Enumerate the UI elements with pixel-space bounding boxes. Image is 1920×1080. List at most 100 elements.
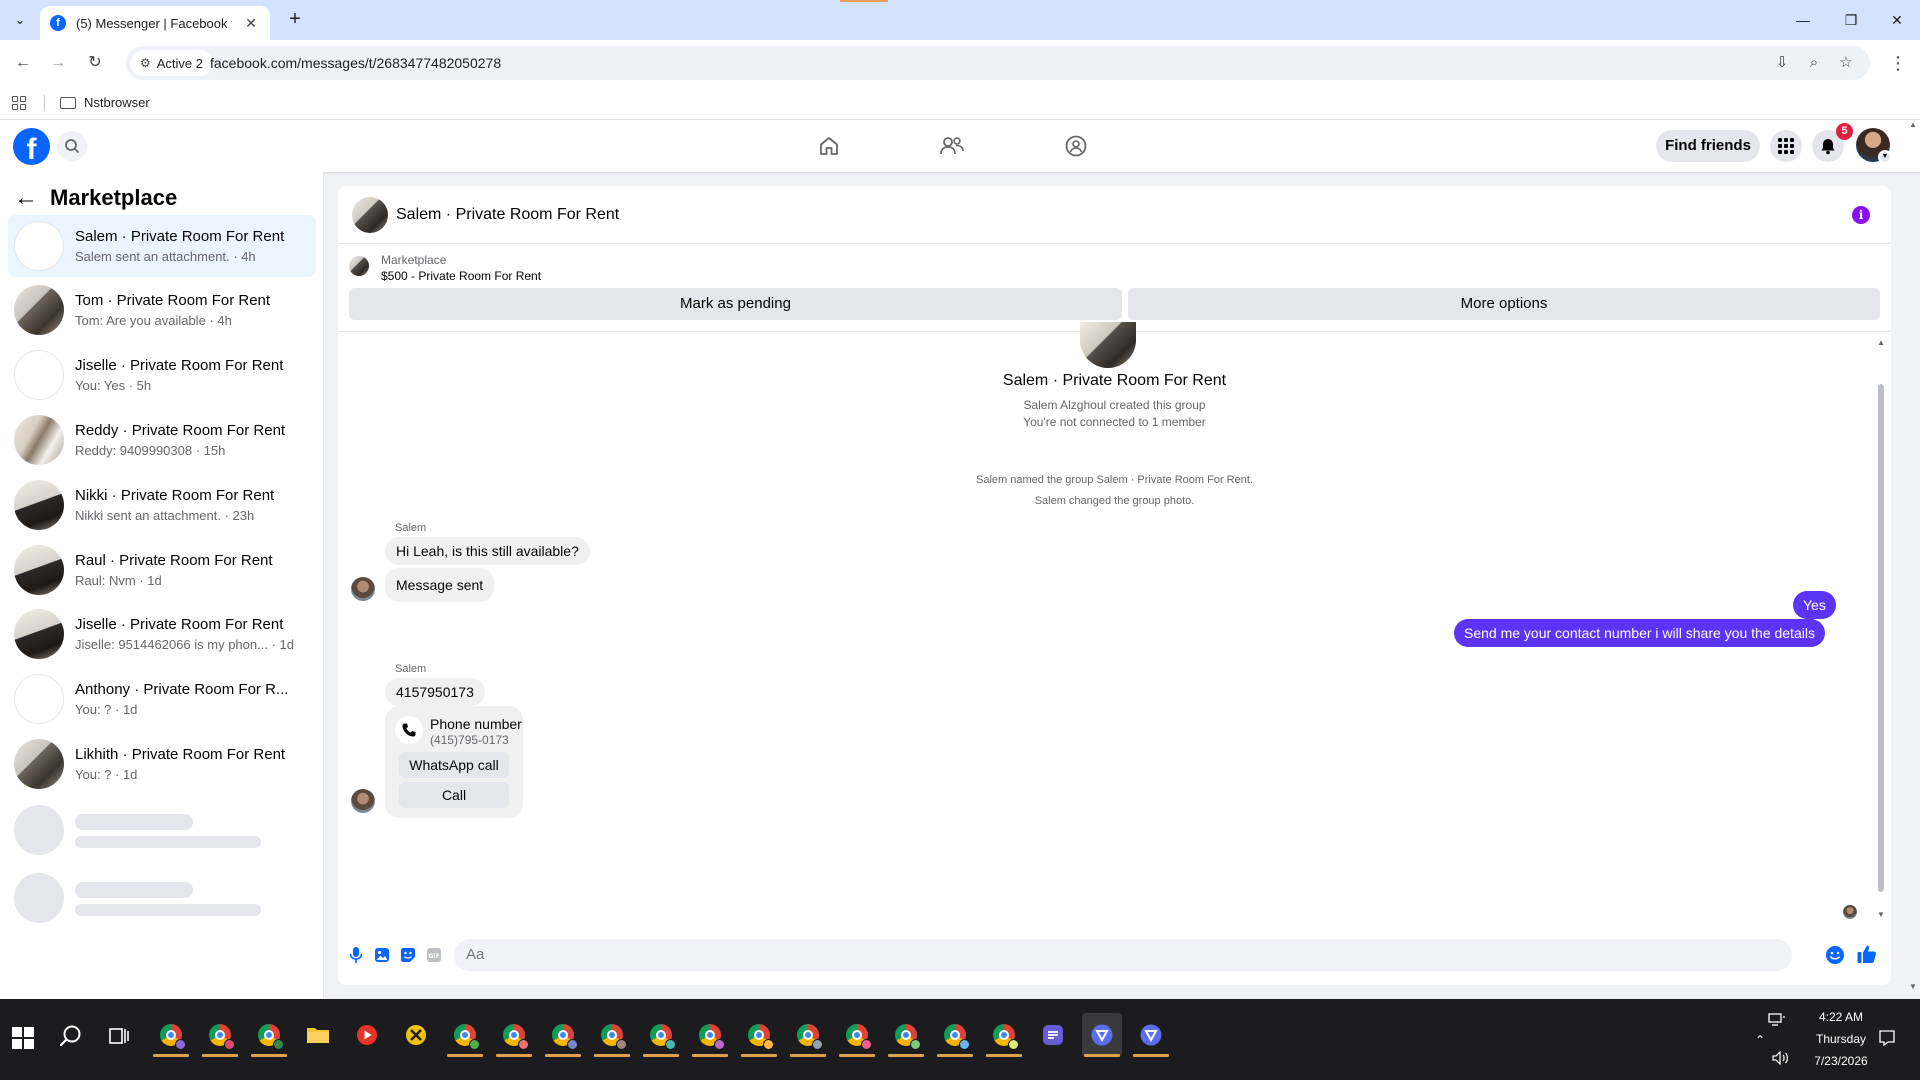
conversation-item-tom[interactable]: Tom · Private Room For Rent Tom: Are you…: [8, 279, 316, 341]
conversation-item-jiselle-2[interactable]: Jiselle · Private Room For Rent Jiselle:…: [8, 603, 316, 665]
zoom-icon[interactable]: ⌕: [1804, 53, 1824, 73]
taskbar-chrome-profile-8[interactable]: [641, 1013, 681, 1057]
friends-nav-button[interactable]: [938, 132, 966, 160]
taskbar-chrome-profile-6[interactable]: [543, 1013, 583, 1057]
taskbar-xbox[interactable]: [396, 1013, 436, 1057]
install-app-icon[interactable]: ⇩: [1772, 53, 1792, 73]
taskbar-chrome-profile-3[interactable]: [249, 1013, 289, 1057]
volume-icon[interactable]: [1772, 1050, 1790, 1067]
conversation-item-nikki[interactable]: Nikki · Private Room For Rent Nikki sent…: [8, 474, 316, 536]
clock-time[interactable]: 4:22 AM: [1806, 1010, 1876, 1024]
back-arrow-icon[interactable]: ←: [11, 51, 35, 75]
mark-as-pending-button[interactable]: Mark as pending: [349, 288, 1122, 320]
voice-clip-button[interactable]: [346, 945, 366, 965]
chat-title[interactable]: Salem · Private Room For Rent: [396, 206, 619, 224]
conversation-item-salem[interactable]: Salem · Private Room For Rent Salem sent…: [8, 215, 316, 277]
taskbar-chrome-profile-15[interactable]: [984, 1013, 1024, 1057]
tab-close-icon[interactable]: ✕: [242, 15, 260, 32]
groups-nav-button[interactable]: [1062, 132, 1090, 160]
scroll-up-icon[interactable]: ▲: [1877, 338, 1885, 347]
address-bar[interactable]: ⚙ Active 2 facebook.com/messages/t/26834…: [126, 46, 1870, 80]
conversation-item-likhith[interactable]: Likhith · Private Room For Rent You: ? ·…: [8, 733, 316, 795]
outgoing-message[interactable]: Yes: [1793, 591, 1836, 619]
taskbar-search-button[interactable]: [58, 1023, 86, 1051]
emoji-button[interactable]: [1825, 945, 1845, 965]
taskbar-chrome-profile-2[interactable]: [200, 1013, 240, 1057]
taskbar-chrome-profile-5[interactable]: [494, 1013, 534, 1057]
more-options-button[interactable]: More options: [1128, 288, 1880, 320]
taskbar-file-explorer[interactable]: [298, 1013, 338, 1057]
conversation-item-anthony[interactable]: Anthony · Private Room For R... You: ? ·…: [8, 668, 316, 730]
site-info-chip[interactable]: ⚙ Active 2: [130, 50, 214, 76]
clock-day[interactable]: Thursday: [1806, 1032, 1876, 1046]
thread-scrollbar[interactable]: ▲ ▼: [1876, 338, 1886, 922]
gif-button[interactable]: GIF: [424, 945, 444, 965]
taskbar-chrome-profile-13[interactable]: [886, 1013, 926, 1057]
page-scroll-down-icon[interactable]: ▼: [1909, 982, 1917, 991]
taskbar-chrome-profile-9[interactable]: [690, 1013, 730, 1057]
like-button[interactable]: [1856, 943, 1878, 965]
task-view-button[interactable]: [108, 1025, 132, 1049]
sender-avatar[interactable]: [351, 789, 375, 813]
home-nav-button[interactable]: [815, 132, 843, 160]
taskbar-app-purple[interactable]: [1033, 1013, 1073, 1057]
bookmark-folder-label: Nstbrowser: [84, 95, 150, 110]
conversation-info-icon[interactable]: i: [1852, 206, 1870, 224]
scrollbar-thumb[interactable]: [1878, 384, 1884, 892]
page-scrollbar[interactable]: ▲ ▼: [1906, 120, 1920, 999]
browser-menu-icon[interactable]: ⋮: [1888, 51, 1908, 75]
chat-group-avatar[interactable]: [352, 197, 388, 233]
menu-grid-button[interactable]: [1770, 130, 1802, 162]
chrome-icon: [699, 1024, 725, 1050]
taskbar-media-player[interactable]: [347, 1013, 387, 1057]
outgoing-message[interactable]: Send me your contact number i will share…: [1454, 619, 1825, 647]
conversation-item-reddy[interactable]: Reddy · Private Room For Rent Reddy: 940…: [8, 409, 316, 471]
windows-start-icon[interactable]: [12, 1027, 34, 1049]
new-tab-plus-icon[interactable]: +: [282, 8, 308, 32]
reload-icon[interactable]: ↻: [83, 51, 107, 75]
taskbar-chrome-profile-12[interactable]: [837, 1013, 877, 1057]
facebook-search-button[interactable]: [57, 131, 87, 161]
window-close-icon[interactable]: ✕: [1874, 0, 1920, 40]
scroll-down-icon[interactable]: ▼: [1877, 910, 1885, 919]
taskbar-chrome-profile-11[interactable]: [788, 1013, 828, 1057]
minimize-icon[interactable]: —: [1780, 0, 1826, 40]
bookmark-star-icon[interactable]: ☆: [1836, 53, 1856, 73]
listing-title[interactable]: $500 - Private Room For Rent: [381, 269, 541, 283]
browser-tab-messenger[interactable]: f (5) Messenger | Facebook ✕: [40, 6, 270, 40]
sender-avatar[interactable]: [351, 577, 375, 601]
call-button[interactable]: Call: [399, 782, 509, 808]
restore-icon[interactable]: ❐: [1828, 0, 1874, 40]
message-input[interactable]: [454, 939, 1792, 971]
facebook-logo-icon[interactable]: f: [13, 128, 50, 165]
attach-media-button[interactable]: [372, 945, 392, 965]
taskbar-chrome-profile-10[interactable]: [739, 1013, 779, 1057]
back-arrow-icon[interactable]: ←: [14, 184, 38, 212]
network-icon[interactable]: [1768, 1013, 1788, 1029]
taskbar-chrome-profile-14[interactable]: [935, 1013, 975, 1057]
apps-grid-icon[interactable]: [12, 96, 26, 110]
taskbar-chrome-profile-4[interactable]: [445, 1013, 485, 1057]
sticker-button[interactable]: [398, 945, 418, 965]
page-scroll-up-icon[interactable]: ▲: [1909, 120, 1917, 129]
whatsapp-call-button[interactable]: WhatsApp call: [399, 752, 509, 778]
profile-chevron-icon[interactable]: ▼: [1878, 150, 1892, 164]
forward-arrow-icon[interactable]: →: [46, 51, 70, 75]
tab-search-chevron-icon[interactable]: ⌄: [8, 8, 32, 32]
url-text[interactable]: facebook.com/messages/t/2683477482050278: [210, 55, 501, 71]
tray-chevron-icon[interactable]: ⌃: [1752, 1033, 1768, 1049]
incoming-message[interactable]: 4157950173: [385, 678, 485, 706]
taskbar-chrome-profile-1[interactable]: [151, 1013, 191, 1057]
incoming-message[interactable]: Message sent: [385, 568, 495, 602]
conversation-item-raul[interactable]: Raul · Private Room For Rent Raul: Nvm ·…: [8, 539, 316, 601]
listing-thumbnail[interactable]: [349, 256, 369, 276]
clock-date[interactable]: 7/23/2026: [1806, 1054, 1876, 1068]
conversation-item-jiselle[interactable]: Jiselle · Private Room For Rent You: Yes…: [8, 344, 316, 406]
taskbar-chrome-profile-7[interactable]: [592, 1013, 632, 1057]
action-center-icon[interactable]: [1878, 1029, 1898, 1049]
incoming-message[interactable]: Hi Leah, is this still available?: [385, 537, 590, 565]
bookmark-folder-nstbrowser[interactable]: Nstbrowser: [60, 95, 150, 110]
taskbar-nstbrowser[interactable]: [1131, 1013, 1171, 1057]
taskbar-nstbrowser-active[interactable]: [1082, 1013, 1122, 1057]
find-friends-button[interactable]: Find friends: [1656, 130, 1760, 162]
